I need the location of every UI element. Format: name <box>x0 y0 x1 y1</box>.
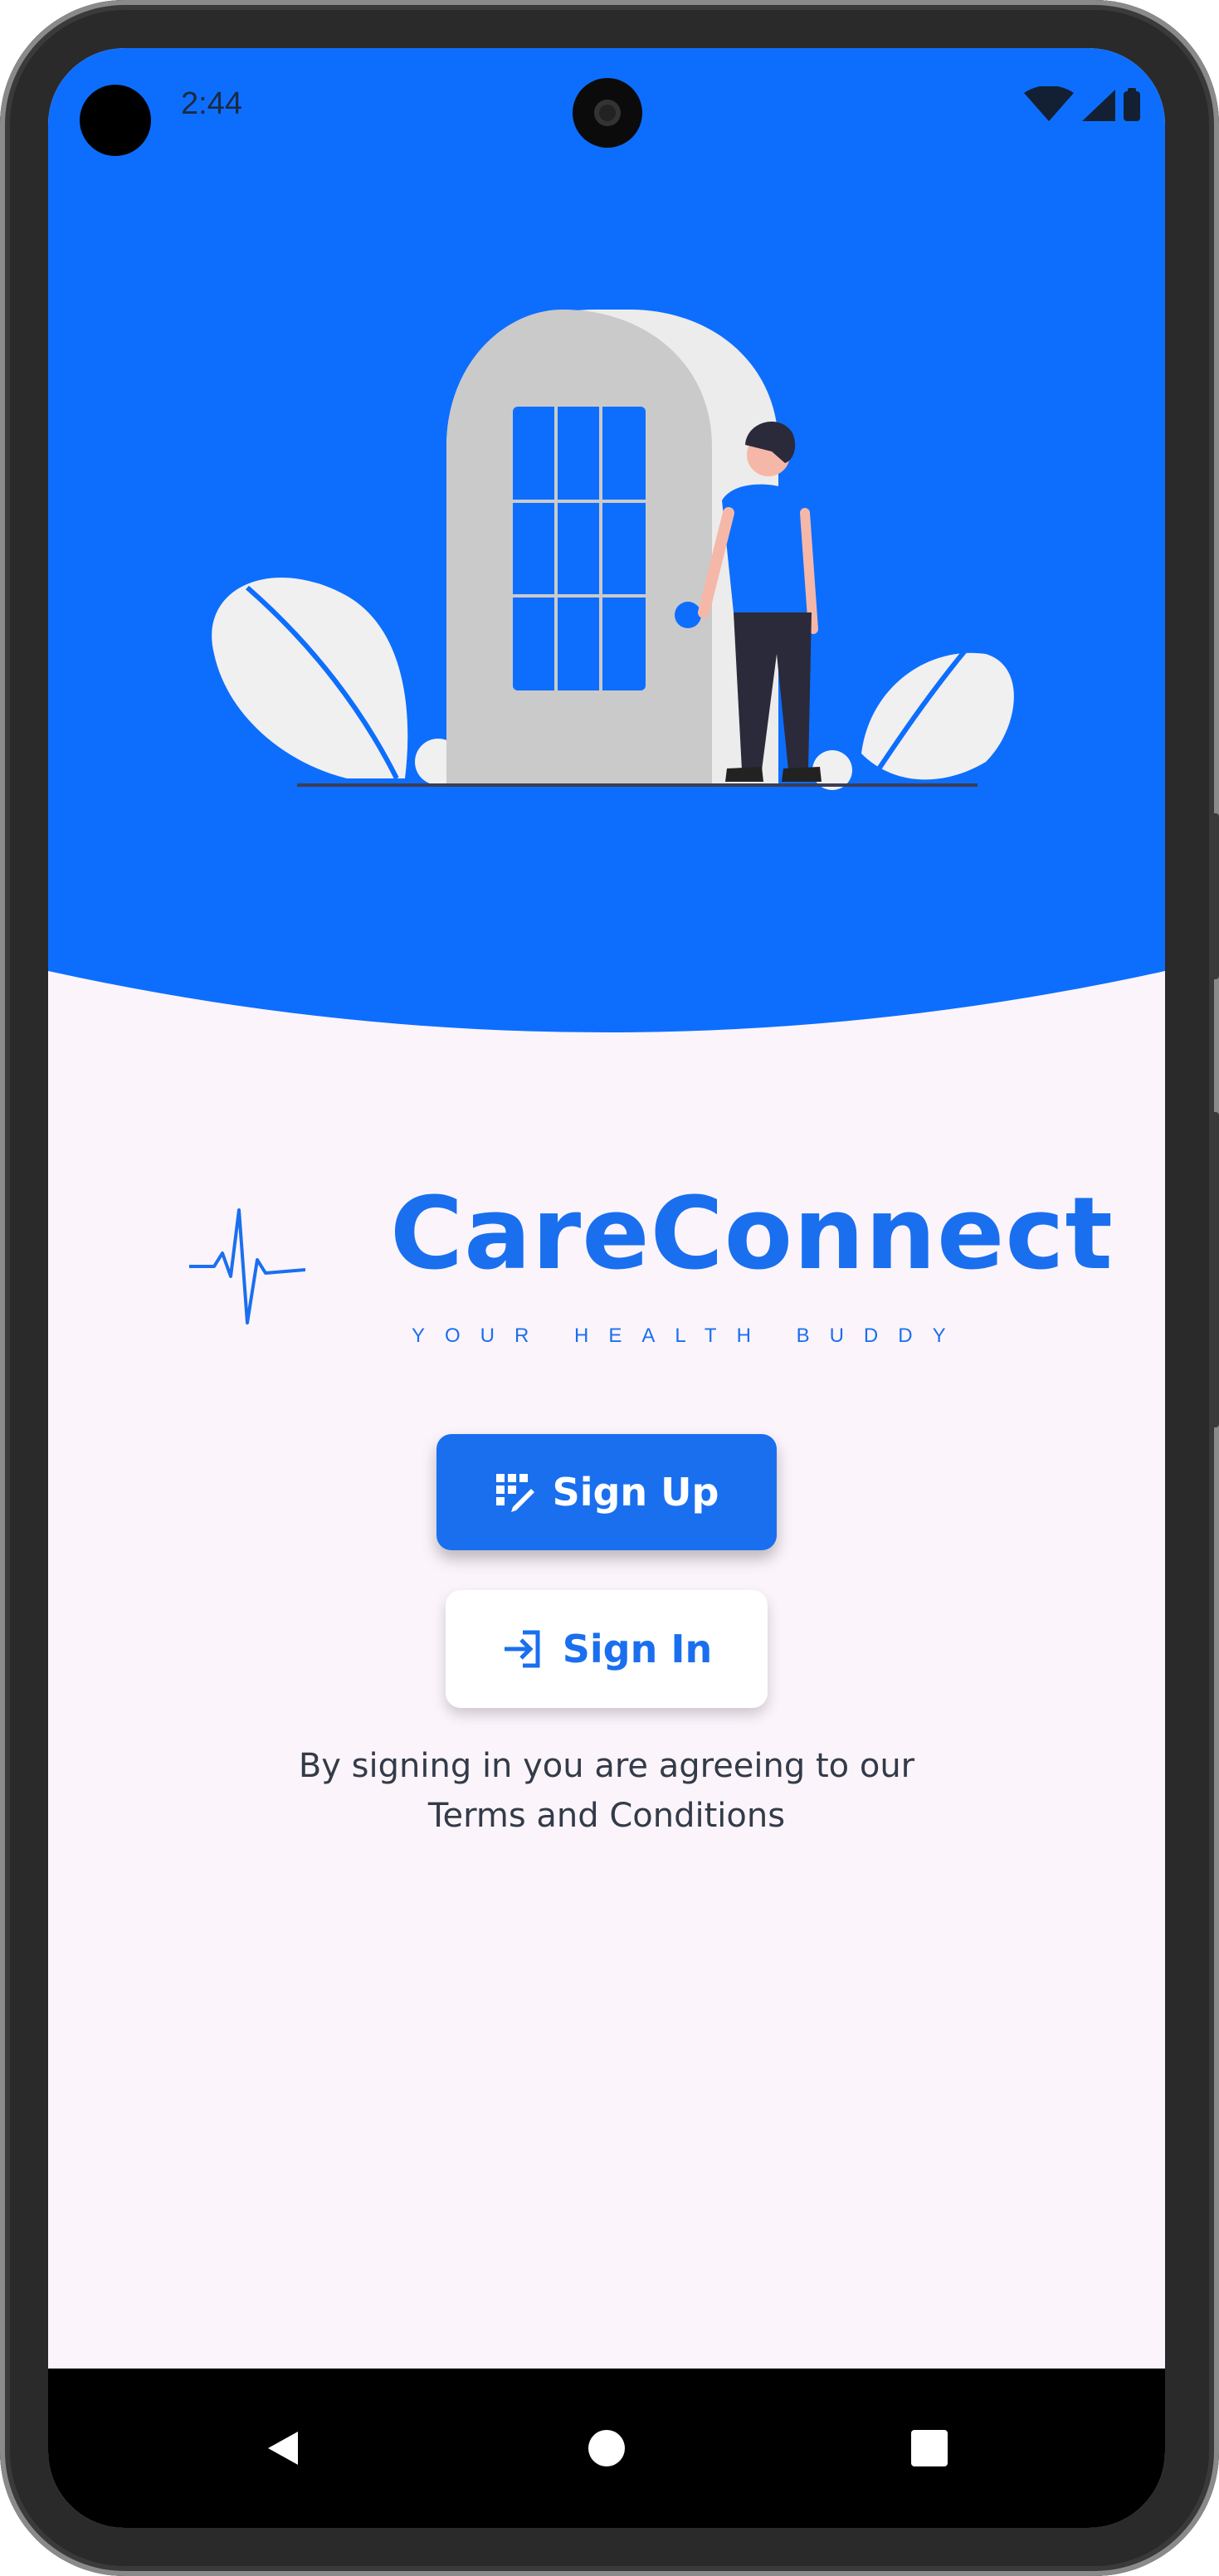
front-camera <box>573 78 642 148</box>
status-icons <box>1024 86 1140 121</box>
terms-text: By signing in you are agreeing to our Te… <box>48 1741 1165 1841</box>
app-screen: 2:44 CareConnect YOUR HEALTH BUDDY Sign … <box>48 48 1165 2528</box>
recents-square-icon <box>911 2430 948 2466</box>
power-button <box>1209 1112 1219 1427</box>
brand-tagline: YOUR HEALTH BUDDY <box>412 1325 966 1347</box>
heartbeat-icon <box>189 1208 305 1325</box>
volume-button <box>1209 813 1219 979</box>
status-dot <box>80 85 151 156</box>
sign-in-label: Sign In <box>562 1627 713 1671</box>
nav-back-button[interactable] <box>233 2369 333 2528</box>
terms-line: By signing in you are agreeing to our <box>298 1747 915 1785</box>
back-triangle-icon <box>268 2432 298 2465</box>
sign-up-label: Sign Up <box>552 1470 719 1515</box>
sign-in-button[interactable]: Sign In <box>446 1590 768 1708</box>
status-bar: 2:44 <box>48 48 1165 156</box>
sign-up-button[interactable]: Sign Up <box>436 1434 777 1550</box>
system-nav-bar <box>48 2369 1165 2528</box>
brand-name: CareConnect <box>390 1177 1114 1292</box>
home-circle-icon <box>588 2430 625 2466</box>
device-frame: 2:44 CareConnect YOUR HEALTH BUDDY Sign … <box>0 0 1219 2576</box>
app-logo: CareConnect YOUR HEALTH BUDDY <box>189 1177 1113 1376</box>
status-time: 2:44 <box>181 86 242 121</box>
battery-icon <box>1124 88 1140 121</box>
nav-home-button[interactable] <box>557 2369 656 2528</box>
wifi-icon <box>1024 86 1074 121</box>
nav-recents-button[interactable] <box>880 2369 979 2528</box>
terms-link[interactable]: Terms and Conditions <box>48 1791 1165 1841</box>
signal-icon <box>1082 90 1115 121</box>
edit-grid-icon <box>495 1474 534 1512</box>
login-arrow-icon <box>504 1630 540 1668</box>
hero-illustration <box>48 48 1165 1032</box>
